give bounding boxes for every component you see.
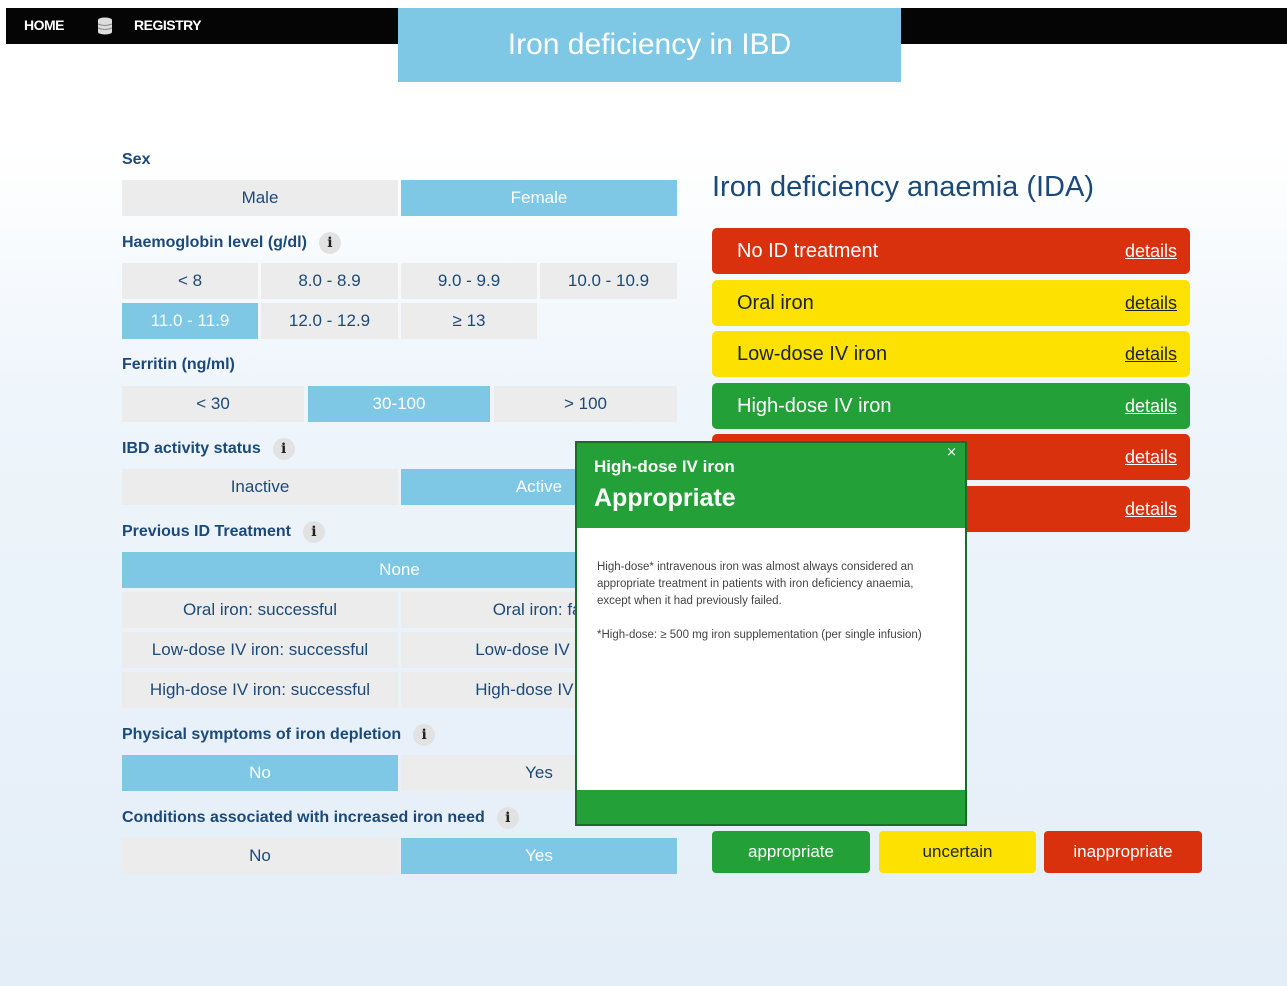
ibd-option-inactive[interactable]: Inactive — [122, 469, 398, 505]
hb-option-10[interactable]: 10.0 - 10.9 — [540, 263, 677, 299]
legend-appropriate: appropriate — [712, 831, 870, 873]
popup-footnote: *High-dose: ≥ 500 mg iron supplementatio… — [597, 629, 922, 641]
result-high-dose-iv-iron: High-dose IV iron details — [712, 383, 1190, 429]
conditions-label: Conditions associated with increased iro… — [122, 807, 519, 829]
popup-title: Appropriate — [594, 484, 736, 512]
nav-home-link[interactable]: HOME — [24, 17, 65, 33]
conditions-option-no[interactable]: No — [122, 838, 398, 874]
page-title: Iron deficiency in IBD — [398, 8, 901, 82]
info-icon[interactable]: i — [318, 232, 341, 254]
close-icon[interactable]: × — [946, 445, 957, 460]
ferritin-option-lt30[interactable]: < 30 — [122, 386, 304, 422]
nav-registry-link[interactable]: REGISTRY — [134, 17, 202, 33]
info-icon[interactable]: i — [302, 521, 325, 543]
hb-option-12[interactable]: 12.0 - 12.9 — [261, 303, 398, 339]
hb-option-11[interactable]: 11.0 - 11.9 — [122, 303, 258, 339]
details-link[interactable]: details — [1125, 447, 1177, 468]
ferritin-option-gt100[interactable]: > 100 — [494, 386, 677, 422]
popup-text: High-dose* intravenous iron was almost a… — [597, 561, 914, 607]
result-oral-iron: Oral iron details — [712, 280, 1190, 326]
header-white-panel — [6, 44, 398, 104]
symptoms-option-no[interactable]: No — [122, 755, 398, 791]
previous-treatment-label: Previous ID Treatment i — [122, 521, 325, 543]
details-link[interactable]: details — [1125, 241, 1177, 262]
sex-option-female[interactable]: Female — [401, 180, 677, 216]
legend-inappropriate: inappropriate — [1044, 831, 1202, 873]
sex-option-male[interactable]: Male — [122, 180, 398, 216]
popup-subtitle: High-dose IV iron — [594, 457, 735, 476]
haemoglobin-label: Haemoglobin level (g/dl) i — [122, 232, 341, 254]
result-label: Oral iron — [737, 291, 814, 314]
ibd-activity-label: IBD activity status i — [122, 438, 295, 460]
info-icon[interactable]: i — [496, 807, 519, 829]
popup-body: High-dose* intravenous iron was almost a… — [597, 559, 937, 661]
hb-option-ge13[interactable]: ≥ 13 — [401, 303, 537, 339]
treatment-option-highdose-successful[interactable]: High-dose IV iron: successful — [122, 672, 398, 708]
ferritin-option-30-100[interactable]: 30-100 — [308, 386, 490, 422]
sex-label: Sex — [122, 151, 151, 168]
details-link[interactable]: details — [1125, 499, 1177, 520]
details-link[interactable]: details — [1125, 396, 1177, 417]
ida-title: Iron deficiency anaemia (IDA) — [712, 171, 1094, 203]
treatment-option-oral-successful[interactable]: Oral iron: successful — [122, 592, 398, 628]
info-icon[interactable]: i — [413, 724, 436, 746]
hb-option-8[interactable]: 8.0 - 8.9 — [261, 263, 398, 299]
details-popup: High-dose IV iron Appropriate × High-dos… — [575, 441, 967, 826]
hb-option-9[interactable]: 9.0 - 9.9 — [401, 263, 537, 299]
treatment-option-lowdose-successful[interactable]: Low-dose IV iron: successful — [122, 632, 398, 668]
legend-uncertain: uncertain — [879, 831, 1036, 873]
info-icon[interactable]: i — [272, 438, 295, 460]
popup-header: High-dose IV iron Appropriate × — [577, 443, 965, 528]
hb-option-lt8[interactable]: < 8 — [122, 263, 258, 299]
physical-symptoms-label: Physical symptoms of iron depletion i — [122, 724, 436, 746]
result-no-id-treatment: No ID treatment details — [712, 228, 1190, 274]
details-link[interactable]: details — [1125, 344, 1177, 365]
popup-footer — [577, 790, 965, 824]
result-label: Low-dose IV iron — [737, 342, 888, 365]
result-low-dose-iv-iron: Low-dose IV iron details — [712, 331, 1190, 377]
ferritin-label: Ferritin (ng/ml) — [122, 356, 235, 373]
details-link[interactable]: details — [1125, 293, 1177, 314]
result-label: High-dose IV iron — [737, 394, 892, 417]
conditions-option-yes[interactable]: Yes — [401, 838, 677, 874]
database-icon — [97, 17, 113, 35]
result-label: No ID treatment — [737, 239, 879, 262]
